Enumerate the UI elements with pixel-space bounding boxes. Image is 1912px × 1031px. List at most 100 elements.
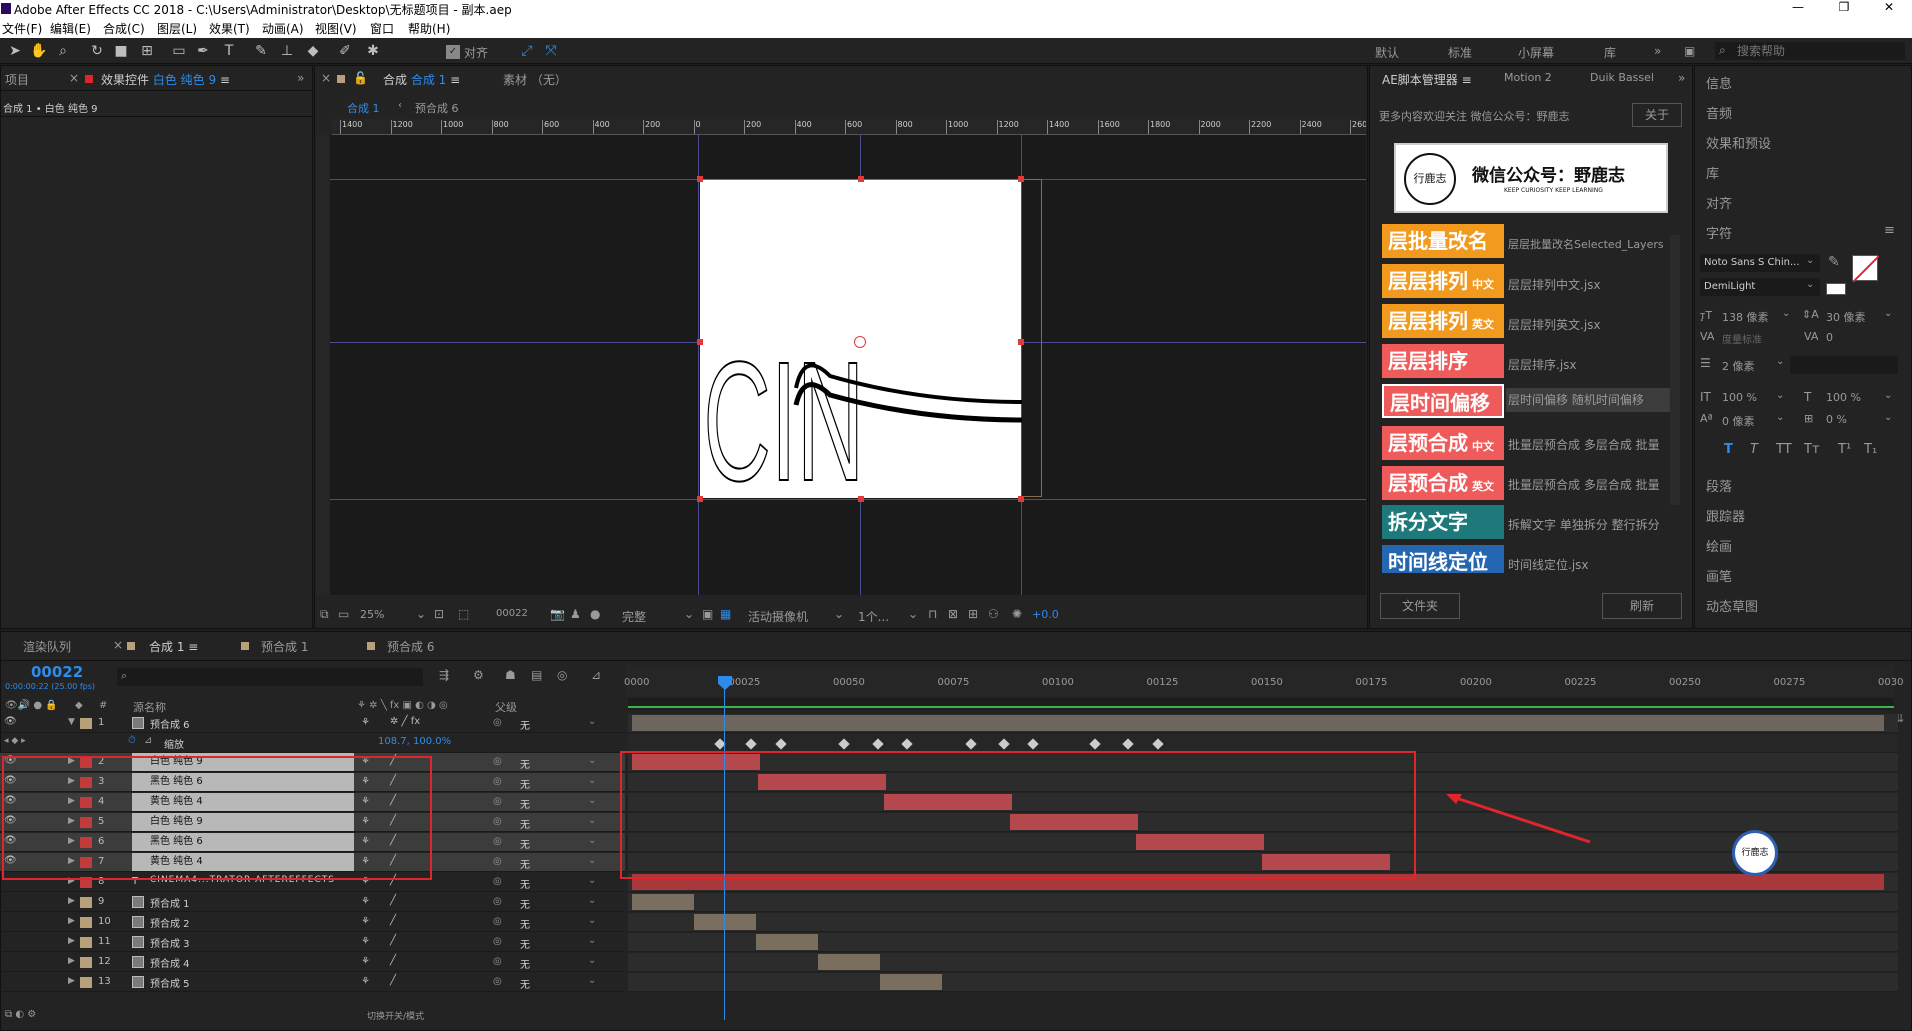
- tab-timeline-precomp-1[interactable]: 预合成 1: [261, 638, 308, 655]
- help-search-input[interactable]: [1715, 42, 1905, 60]
- show-snapshot-icon[interactable]: ♟: [570, 607, 581, 621]
- script-button-split-text[interactable]: 拆分文字: [1382, 505, 1504, 539]
- transform-handle[interactable]: [858, 176, 864, 182]
- subscript-button[interactable]: T₁: [1864, 442, 1877, 457]
- panel-paragraph[interactable]: 段落: [1706, 476, 1732, 495]
- horizontal-scale-value[interactable]: 100 %: [1826, 391, 1861, 404]
- tab-motion-2[interactable]: Motion 2: [1504, 71, 1552, 84]
- timeline-link-icon[interactable]: ⊞: [968, 607, 978, 621]
- quality-switch-icon[interactable]: ╱: [390, 955, 396, 966]
- parent-chevron-icon[interactable]: ⌄: [588, 775, 596, 786]
- parent-chevron-icon[interactable]: ⌄: [588, 915, 596, 926]
- font-family-dropdown[interactable]: Noto Sans S Chin...: [1700, 254, 1820, 272]
- comp-mini-flowchart-icon[interactable]: ⇶: [439, 668, 449, 682]
- quality-switch-icon[interactable]: ╱: [390, 915, 396, 926]
- stopwatch-icon[interactable]: ⏱: [128, 735, 136, 746]
- twirl-open-icon[interactable]: ▼: [68, 717, 75, 727]
- brush-tool-icon[interactable]: ✎: [252, 42, 270, 60]
- stroke-type-dropdown[interactable]: [1790, 356, 1898, 374]
- parent-dropdown[interactable]: 无: [520, 876, 530, 891]
- script-button-layer-arrange-en[interactable]: 层层排列 英文: [1382, 304, 1504, 338]
- pick-whip-icon[interactable]: ◎: [493, 717, 502, 728]
- draft-3d-icon[interactable]: ⚙: [473, 668, 484, 682]
- pick-whip-icon[interactable]: ◎: [493, 956, 502, 967]
- channel-icon[interactable]: ●: [590, 607, 600, 621]
- eraser-tool-icon[interactable]: ◆: [304, 42, 322, 60]
- script-button-precompose-en[interactable]: 层预合成 英文: [1382, 466, 1504, 500]
- puppet-tool-icon[interactable]: ✱: [364, 42, 382, 60]
- quality-switch-icon[interactable]: ╱: [390, 935, 396, 946]
- pick-whip-icon[interactable]: ◎: [493, 776, 502, 787]
- transform-handle[interactable]: [1018, 176, 1024, 182]
- menu-composition[interactable]: 合成(C): [103, 20, 145, 37]
- pick-whip-icon[interactable]: ◎: [493, 876, 502, 887]
- layer-duration-bar[interactable]: [818, 954, 880, 970]
- parent-chevron-icon[interactable]: ⌄: [588, 975, 596, 986]
- camera-tool-icon[interactable]: ■: [112, 42, 130, 60]
- nav-comp-1[interactable]: 合成 1: [347, 100, 380, 116]
- style-chevron-icon[interactable]: ⌄: [1806, 279, 1814, 290]
- menu-file[interactable]: 文件(F): [2, 20, 42, 37]
- quality-switch-icon[interactable]: ╱: [390, 975, 396, 986]
- panel-motion-sketch[interactable]: 动态草图: [1706, 596, 1758, 615]
- shy-switch-icon[interactable]: ⚘: [361, 976, 370, 987]
- baseline-value[interactable]: 0 像素: [1722, 413, 1755, 429]
- tab-effects-close-icon[interactable]: ×: [69, 71, 79, 85]
- anchor-point-icon[interactable]: [854, 336, 866, 348]
- parent-dropdown[interactable]: 无: [520, 936, 530, 951]
- timeline-tab-close-icon[interactable]: ×: [113, 638, 123, 652]
- small-caps-button[interactable]: Tт: [1804, 442, 1820, 457]
- layer-duration-bar[interactable]: [756, 934, 818, 950]
- transparency-grid-icon[interactable]: ⬚: [458, 607, 469, 621]
- parent-dropdown[interactable]: 无: [520, 816, 530, 831]
- parent-chevron-icon[interactable]: ⌄: [588, 935, 596, 946]
- panel-paint[interactable]: 绘画: [1706, 536, 1732, 555]
- views-chevron-icon[interactable]: ⌄: [908, 607, 918, 621]
- nav-chevron-icon[interactable]: ‹: [398, 100, 402, 111]
- layer-search-input[interactable]: [117, 668, 423, 686]
- pick-whip-icon[interactable]: ◎: [493, 796, 502, 807]
- leading-value[interactable]: 30 像素: [1826, 309, 1866, 325]
- pick-whip-icon[interactable]: ◎: [493, 976, 502, 987]
- transparency-icon[interactable]: ▦: [720, 607, 731, 621]
- shy-switch-icon[interactable]: ⚘: [361, 956, 370, 967]
- views-dropdown[interactable]: 1个...: [858, 608, 889, 625]
- snapshot-icon[interactable]: 📷: [550, 607, 565, 621]
- panel-library[interactable]: 库: [1706, 163, 1719, 182]
- transform-handle[interactable]: [1018, 496, 1024, 502]
- parent-chevron-icon[interactable]: ⌄: [588, 815, 596, 826]
- camera-chevron-icon[interactable]: ⌄: [834, 607, 844, 621]
- layer-name[interactable]: 预合成 3: [150, 935, 190, 950]
- shy-layers-icon[interactable]: ☗: [505, 668, 516, 682]
- sync-settings-icon[interactable]: ▣: [1684, 44, 1695, 58]
- stroke-color-swatch[interactable]: [1826, 283, 1846, 295]
- graph-editor-icon[interactable]: ⊿: [591, 668, 601, 682]
- layer-duration-bar[interactable]: [632, 894, 694, 910]
- layer-label-swatch[interactable]: [80, 977, 92, 988]
- parent-chevron-icon[interactable]: ⌄: [588, 755, 596, 766]
- flowchart-icon[interactable]: ⊠: [948, 607, 958, 621]
- character-menu-icon[interactable]: ≡: [1884, 223, 1895, 238]
- fill-color-swatch[interactable]: [1852, 255, 1880, 283]
- folder-button[interactable]: 文件夹: [1380, 593, 1460, 619]
- size-chevron-icon[interactable]: ⌄: [1782, 308, 1790, 319]
- nav-precomp-6[interactable]: 预合成 6: [415, 100, 459, 116]
- pick-whip-icon[interactable]: ◎: [493, 816, 502, 827]
- layer-name[interactable]: 预合成 2: [150, 915, 190, 930]
- tab-duik-bassel[interactable]: Duik Bassel: [1590, 71, 1654, 84]
- rectangle-tool-icon[interactable]: ▭: [170, 42, 188, 60]
- layer-track[interactable]: [628, 893, 1898, 912]
- faux-italic-button[interactable]: T: [1750, 442, 1758, 457]
- leading-chevron-icon[interactable]: ⌄: [1884, 308, 1892, 319]
- parent-chevron-icon[interactable]: ⌄: [588, 875, 596, 886]
- camera-dropdown[interactable]: 活动摄像机: [748, 608, 808, 625]
- layer-row[interactable]: ▶ 10 预合成 2 ⚘ ╱ ◎ 无 ⌄: [0, 913, 625, 932]
- close-button[interactable]: ✕: [1866, 0, 1912, 18]
- visibility-eye-icon[interactable]: 👁: [4, 716, 17, 727]
- selection-tool-icon[interactable]: ➤: [6, 42, 24, 60]
- layer-row[interactable]: ▶ 12 预合成 4 ⚘ ╱ ◎ 无 ⌄: [0, 953, 625, 972]
- pick-whip-icon[interactable]: ◎: [493, 896, 502, 907]
- twirl-closed-icon[interactable]: ▶: [68, 936, 75, 946]
- menu-layer[interactable]: 图层(L): [157, 20, 197, 37]
- kerning-value[interactable]: 度量标准: [1722, 331, 1762, 346]
